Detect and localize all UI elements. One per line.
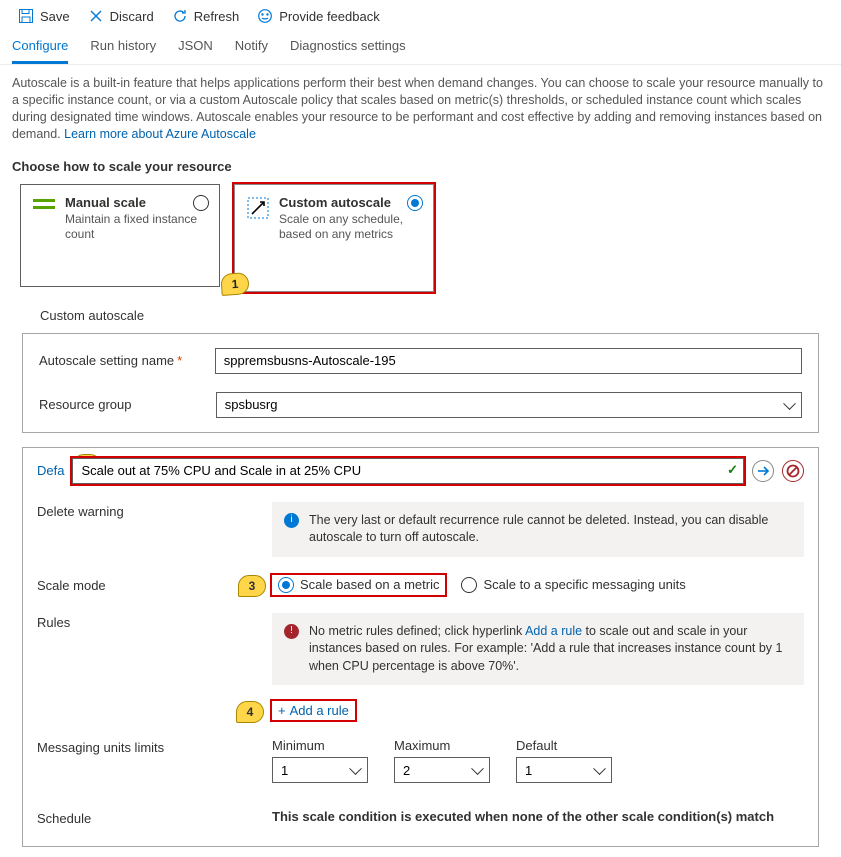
callout-4: 4 <box>236 701 264 723</box>
choose-scale-title: Choose how to scale your resource <box>0 149 841 180</box>
info-icon: i <box>284 513 299 528</box>
add-rule-link[interactable]: + Add a rule <box>278 703 349 718</box>
max-label: Maximum <box>394 738 490 753</box>
discard-button[interactable]: Discard <box>88 8 154 24</box>
custom-desc: Scale on any schedule, based on any metr… <box>279 212 421 242</box>
default-label: Default <box>516 738 612 753</box>
schedule-label: Schedule <box>37 809 272 826</box>
save-label: Save <box>40 9 70 24</box>
tab-diagnostics[interactable]: Diagnostics settings <box>290 38 406 64</box>
delete-warning-label: Delete warning <box>37 502 272 519</box>
radio-custom[interactable] <box>407 195 423 211</box>
delete-warning-box: i The very last or default recurrence ru… <box>272 502 804 557</box>
plus-icon: + <box>278 703 286 718</box>
discard-label: Discard <box>110 9 154 24</box>
feedback-label: Provide feedback <box>279 9 379 24</box>
radio-manual[interactable] <box>193 195 209 211</box>
intro-text: Autoscale is a built-in feature that hel… <box>0 65 841 149</box>
custom-autoscale-heading: Custom autoscale <box>0 292 841 329</box>
tab-json[interactable]: JSON <box>178 38 213 64</box>
tab-notify[interactable]: Notify <box>235 38 268 64</box>
tab-bar: Configure Run history JSON Notify Diagno… <box>0 32 841 65</box>
callout-3: 3 <box>238 575 266 597</box>
delete-warning-text: The very last or default recurrence rule… <box>309 512 792 547</box>
setting-name-label: Autoscale setting name* <box>39 353 215 368</box>
manual-title: Manual scale <box>65 195 207 210</box>
custom-title: Custom autoscale <box>279 195 421 210</box>
close-icon <box>88 8 104 24</box>
resource-group-label: Resource group <box>39 397 216 412</box>
custom-autoscale-icon <box>247 195 269 281</box>
tab-run-history[interactable]: Run history <box>90 38 156 64</box>
scale-mode-specific[interactable]: Scale to a specific messaging units <box>461 577 685 593</box>
min-label: Minimum <box>272 738 368 753</box>
setting-name-input[interactable] <box>215 348 802 374</box>
schedule-text: This scale condition is executed when no… <box>272 809 804 824</box>
tab-configure[interactable]: Configure <box>12 38 68 64</box>
default-condition-label: Defa <box>37 463 64 478</box>
refresh-label: Refresh <box>194 9 240 24</box>
default-select[interactable]: 1 <box>516 757 612 783</box>
add-rule-inline-link[interactable]: Add a rule <box>525 624 582 638</box>
card-manual-scale[interactable]: Manual scale Maintain a fixed instance c… <box>20 184 220 287</box>
learn-more-link[interactable]: Learn more about Azure Autoscale <box>64 127 256 141</box>
scale-mode-specific-label: Scale to a specific messaging units <box>483 577 685 592</box>
rules-label: Rules <box>37 613 272 630</box>
scale-mode-metric-label: Scale based on a metric <box>300 577 439 592</box>
check-icon: ✓ <box>727 462 738 478</box>
resource-group-select[interactable]: spsbusrg <box>216 392 802 418</box>
settings-panel: Autoscale setting name* Resource group s… <box>22 333 819 433</box>
feedback-icon <box>257 8 273 24</box>
rules-msg-before: No metric rules defined; click hyperlink <box>309 624 525 638</box>
manual-scale-icon <box>33 195 55 276</box>
scale-condition-panel: Defa 2 ✓ Delete warning i The very last … <box>22 447 819 848</box>
refresh-button[interactable]: Refresh <box>172 8 240 24</box>
save-icon <box>18 8 34 24</box>
scale-mode-label: Scale mode <box>37 576 272 593</box>
card-custom-autoscale[interactable]: 1 Custom autoscale Scale on any schedule… <box>234 184 434 292</box>
manual-desc: Maintain a fixed instance count <box>65 212 207 242</box>
min-select[interactable]: 1 <box>272 757 368 783</box>
rules-info-box: ! No metric rules defined; click hyperli… <box>272 613 804 686</box>
apply-button[interactable] <box>752 460 774 482</box>
scale-mode-metric[interactable]: Scale based on a metric <box>278 577 439 593</box>
max-select[interactable]: 2 <box>394 757 490 783</box>
refresh-icon <box>172 8 188 24</box>
warning-icon: ! <box>284 624 299 639</box>
feedback-button[interactable]: Provide feedback <box>257 8 379 24</box>
callout-1: 1 <box>220 272 249 296</box>
cancel-button[interactable] <box>782 460 804 482</box>
limits-label: Messaging units limits <box>37 738 272 755</box>
condition-name-input[interactable] <box>72 458 744 484</box>
save-button[interactable]: Save <box>18 8 70 24</box>
